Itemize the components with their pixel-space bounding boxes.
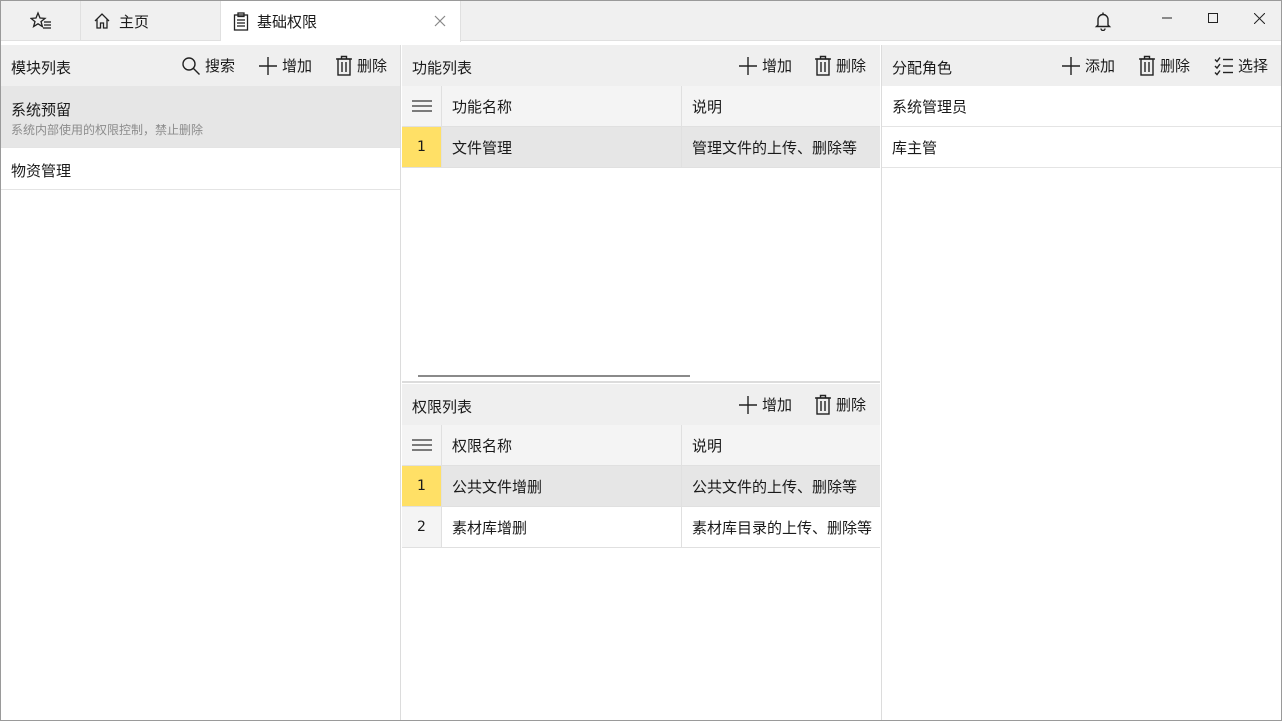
permission-desc-cell: 公共文件的上传、删除等: [692, 477, 858, 496]
bell-icon: [1094, 11, 1112, 31]
search-icon: [181, 56, 201, 76]
table-row[interactable]: 1 文件管理 管理文件的上传、删除等: [402, 127, 880, 168]
plus-icon: [1061, 56, 1081, 76]
hamburger-icon: [411, 99, 432, 113]
close-window-button[interactable]: [1236, 1, 1282, 35]
module-description: 系统内部使用的权限控制，禁止删除: [11, 123, 204, 137]
module-item-system-reserved[interactable]: 系统预留 系统内部使用的权限控制，禁止删除: [1, 86, 400, 148]
function-list-title: 功能列表: [412, 59, 473, 77]
delete-permission-label: 删除: [836, 396, 867, 414]
row-index: 2: [402, 507, 442, 547]
close-tab-icon[interactable]: [430, 11, 450, 31]
function-list-panel: 功能列表 增加 删除 功能名称 说明 1 文件管理 管理文件的上传、删除等: [402, 45, 880, 383]
permission-name-cell: 素材库增删: [442, 507, 682, 547]
list-item[interactable]: 系统管理员: [882, 86, 1281, 127]
module-item-materials[interactable]: 物资管理: [1, 148, 400, 190]
permission-grid-header: 权限名称 说明: [402, 425, 880, 466]
search-button[interactable]: 搜索: [181, 45, 235, 86]
trash-icon: [814, 394, 832, 415]
row-selector-header[interactable]: [402, 86, 442, 126]
delete-function-button[interactable]: 删除: [814, 45, 866, 86]
trash-icon: [814, 55, 832, 76]
permission-list-panel: 权限列表 增加 删除 权限名称 说明 1 公共文件增删 公共文件的上传、删除等 …: [402, 384, 880, 720]
add-role-label: 添加: [1085, 57, 1116, 75]
checklist-icon: [1214, 56, 1234, 76]
add-role-button[interactable]: 添加: [1061, 45, 1115, 86]
select-roles-button[interactable]: 选择: [1214, 45, 1268, 86]
add-permission-button[interactable]: 增加: [738, 384, 792, 425]
plus-icon: [738, 56, 758, 76]
delete-module-button[interactable]: 删除: [335, 45, 387, 86]
table-row[interactable]: 2 素材库增删 素材库目录的上传、删除等: [402, 507, 880, 548]
delete-role-button[interactable]: 删除: [1138, 45, 1190, 86]
plus-icon: [738, 395, 758, 415]
add-function-label: 增加: [762, 57, 793, 75]
tab-home[interactable]: 主页: [81, 1, 221, 41]
module-list-panel: 模块列表 搜索 增加 删除 系统预留 系统内部使用的权限控制，禁止删除 物资管理: [1, 45, 401, 720]
row-index: 1: [402, 127, 442, 167]
permission-name-cell: 公共文件增删: [442, 466, 682, 506]
column-header-description[interactable]: 说明: [682, 425, 880, 465]
assign-roles-title: 分配角色: [892, 59, 953, 77]
search-button-label: 搜索: [205, 57, 236, 75]
add-module-button[interactable]: 增加: [258, 45, 312, 86]
tab-basic-permissions[interactable]: 基础权限: [221, 1, 461, 42]
home-icon: [93, 12, 111, 30]
row-index: 1: [402, 466, 442, 506]
plus-icon: [258, 56, 278, 76]
role-name: 系统管理员: [892, 97, 968, 116]
maximize-icon: [1208, 13, 1218, 23]
module-name: 物资管理: [11, 162, 72, 180]
module-list-title: 模块列表: [11, 59, 72, 77]
notifications-button[interactable]: [1085, 1, 1121, 41]
minimize-icon: [1162, 13, 1172, 23]
assign-roles-panel: 分配角色 添加 删除 选择 系统管理员 库主管: [881, 45, 1281, 720]
table-row[interactable]: 1 公共文件增删 公共文件的上传、删除等: [402, 466, 880, 507]
permission-desc-cell: 素材库目录的上传、删除等: [692, 518, 873, 537]
function-list-header: 功能列表 增加 删除: [402, 45, 880, 86]
delete-function-label: 删除: [836, 57, 867, 75]
maximize-button[interactable]: [1190, 1, 1236, 35]
add-permission-label: 增加: [762, 396, 793, 414]
row-selector-header[interactable]: [402, 425, 442, 465]
add-function-button[interactable]: 增加: [738, 45, 792, 86]
horizontal-scrollbar[interactable]: [418, 375, 690, 377]
delete-permission-button[interactable]: 删除: [814, 384, 866, 425]
tab-home-label: 主页: [119, 12, 150, 31]
title-bar: 主页 基础权限: [1, 1, 1282, 42]
module-name: 系统预留: [11, 101, 72, 119]
module-list-header: 模块列表 搜索 增加 删除: [1, 45, 400, 86]
list-item[interactable]: 库主管: [882, 127, 1281, 168]
delete-module-label: 删除: [357, 57, 388, 75]
permission-list-title: 权限列表: [412, 398, 473, 416]
column-header-function-name[interactable]: 功能名称: [442, 86, 682, 126]
function-name-cell: 文件管理: [442, 127, 682, 167]
clipboard-icon: [233, 12, 249, 31]
tab-basic-permissions-label: 基础权限: [257, 13, 318, 31]
assign-roles-header: 分配角色 添加 删除 选择: [882, 45, 1281, 86]
column-header-description[interactable]: 说明: [682, 86, 880, 126]
add-module-label: 增加: [282, 57, 313, 75]
trash-icon: [335, 55, 353, 76]
delete-role-label: 删除: [1160, 57, 1191, 75]
hamburger-icon: [411, 438, 432, 452]
select-roles-label: 选择: [1238, 57, 1269, 75]
permission-list-header: 权限列表 增加 删除: [402, 384, 880, 425]
role-name: 库主管: [892, 138, 938, 157]
function-desc-cell: 管理文件的上传、删除等: [692, 138, 858, 157]
minimize-button[interactable]: [1144, 1, 1190, 35]
close-icon: [1253, 12, 1265, 24]
function-grid-header: 功能名称 说明: [402, 86, 880, 127]
favorites-button[interactable]: [1, 1, 81, 41]
column-header-permission-name[interactable]: 权限名称: [442, 425, 682, 465]
trash-icon: [1138, 55, 1156, 76]
star-list-icon: [29, 11, 52, 31]
